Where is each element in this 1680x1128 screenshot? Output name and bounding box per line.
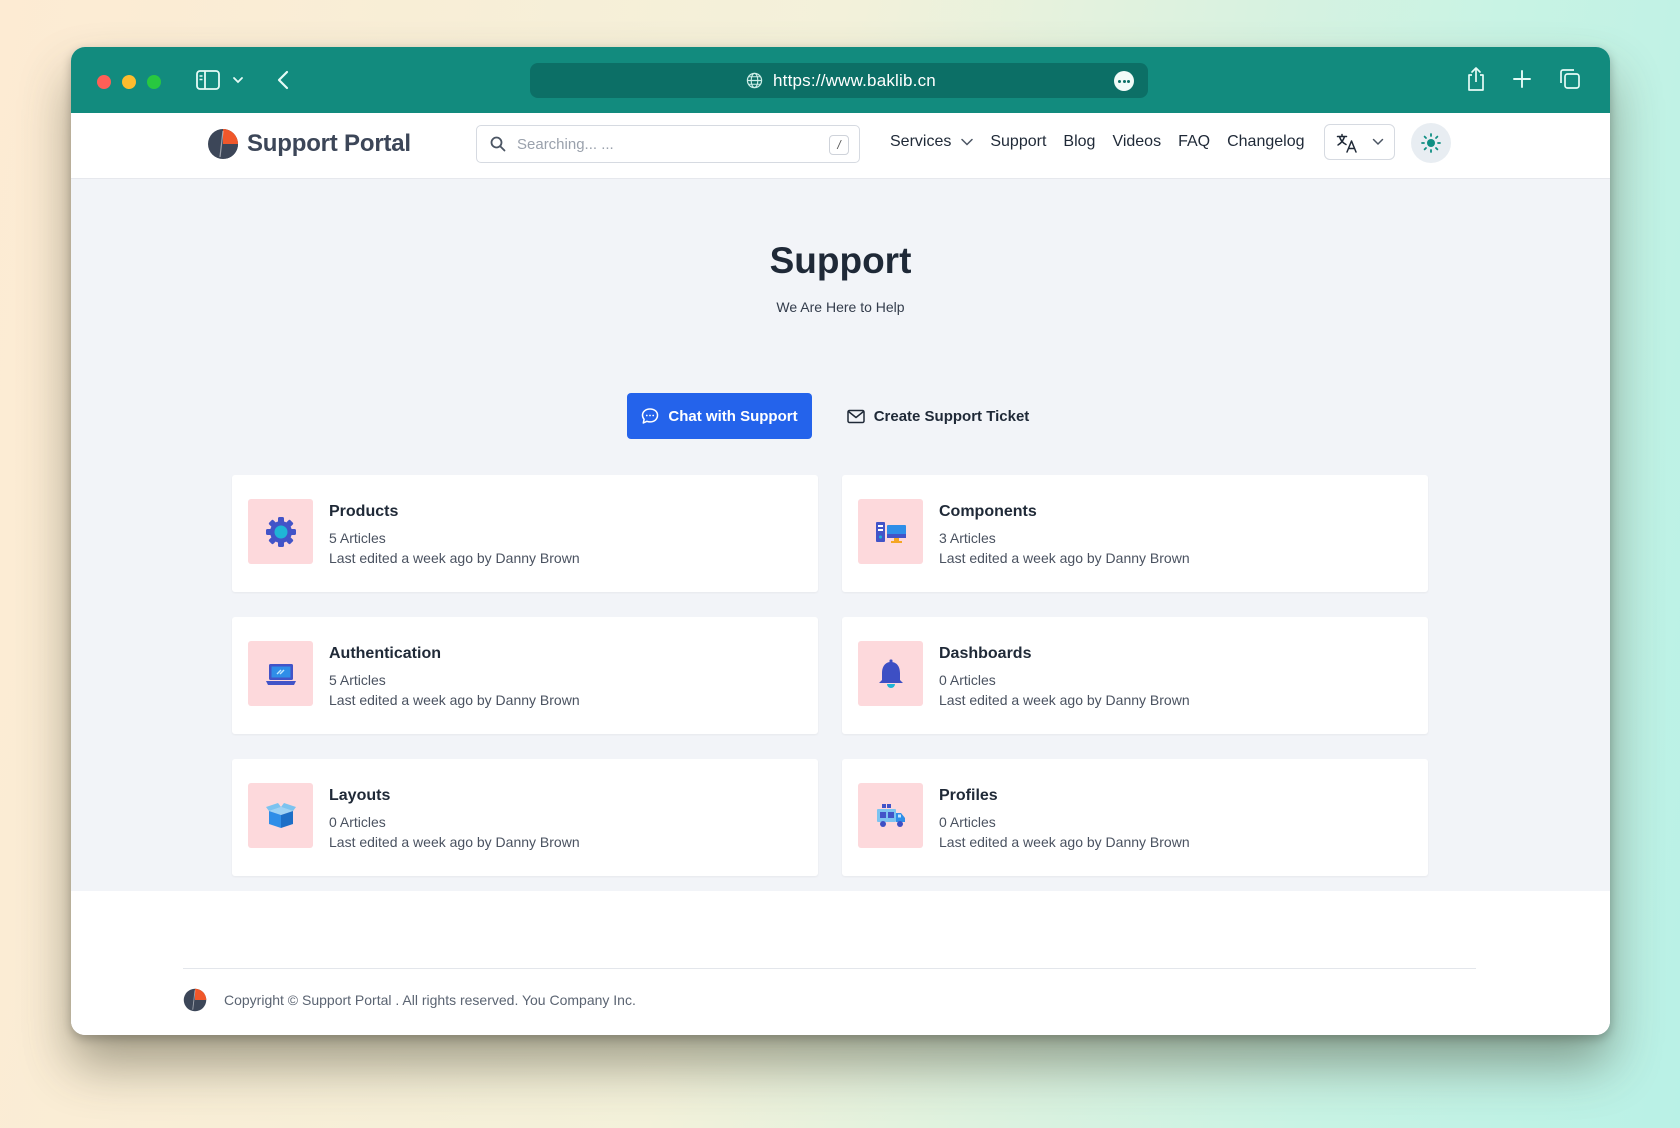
card-article-count: 5 Articles <box>329 530 386 546</box>
nav-changelog[interactable]: Changelog <box>1227 133 1304 151</box>
card-icon-box <box>248 499 313 564</box>
card-icon-box <box>858 641 923 706</box>
card-icon-box <box>248 783 313 848</box>
page-subtitle: We Are Here to Help <box>776 299 905 315</box>
card-title: Authentication <box>329 645 441 662</box>
chevron-down-icon <box>961 138 974 146</box>
chat-with-support-button[interactable]: Chat with Support <box>627 393 812 439</box>
globe-icon <box>746 72 763 89</box>
search-icon <box>490 136 506 152</box>
nav-faq[interactable]: FAQ <box>1178 133 1210 151</box>
main-nav: Services Support Blog Videos FAQ Changel… <box>890 133 1322 151</box>
nav-videos[interactable]: Videos <box>1112 133 1161 151</box>
nav-support[interactable]: Support <box>990 133 1046 151</box>
category-card-layouts[interactable]: Layouts 0 Articles Last edited a week ag… <box>232 759 818 876</box>
theme-toggle-button[interactable] <box>1411 123 1451 163</box>
site-footer: Copyright © Support Portal . All rights … <box>71 891 1610 1035</box>
tabs-icon[interactable] <box>1559 68 1581 90</box>
card-title: Components <box>939 503 1037 520</box>
brand-name: Support Portal <box>247 130 411 157</box>
page-content: Support Portal / Services Support <box>71 113 1610 1035</box>
chevron-down-icon <box>1372 138 1384 146</box>
back-icon[interactable] <box>276 69 290 91</box>
minimize-window-button[interactable] <box>122 75 136 89</box>
category-card-products[interactable]: Products 5 Articles Last edited a week a… <box>232 475 818 592</box>
laptop-icon <box>266 664 296 685</box>
nav-services-label: Services <box>890 133 952 150</box>
logo-icon <box>208 129 239 159</box>
card-icon-box <box>858 783 923 848</box>
share-icon[interactable] <box>1465 66 1487 92</box>
search-box[interactable]: / <box>476 125 860 163</box>
close-window-button[interactable] <box>97 75 111 89</box>
category-card-dashboards[interactable]: Dashboards 0 Articles Last edited a week… <box>842 617 1428 734</box>
search-shortcut-hint: / <box>829 135 849 155</box>
card-article-count: 5 Articles <box>329 672 386 688</box>
card-last-edited: Last edited a week ago by Danny Brown <box>329 834 580 850</box>
card-last-edited: Last edited a week ago by Danny Brown <box>939 692 1190 708</box>
bell-icon <box>879 659 903 688</box>
box-icon <box>266 803 296 828</box>
card-article-count: 0 Articles <box>939 672 996 688</box>
create-ticket-button[interactable]: Create Support Ticket <box>838 393 1038 439</box>
sun-icon <box>1421 133 1441 153</box>
url-text: https://www.baklib.cn <box>773 71 936 90</box>
chevron-down-icon[interactable] <box>232 72 244 88</box>
search-input[interactable] <box>517 134 797 154</box>
card-last-edited: Last edited a week ago by Danny Brown <box>939 834 1190 850</box>
ticket-button-label: Create Support Ticket <box>873 407 1030 425</box>
card-icon-box <box>248 641 313 706</box>
browser-toolbar: https://www.baklib.cn <box>71 47 1610 113</box>
category-card-authentication[interactable]: Authentication 5 Articles Last edited a … <box>232 617 818 734</box>
footer-divider <box>183 968 1476 969</box>
brand-link[interactable]: Support Portal <box>207 128 411 160</box>
maximize-window-button[interactable] <box>147 75 161 89</box>
card-article-count: 0 Articles <box>939 814 996 830</box>
envelope-icon <box>846 409 865 423</box>
card-title: Profiles <box>939 787 998 804</box>
sidebar-icon[interactable] <box>196 70 220 90</box>
card-title: Layouts <box>329 787 391 804</box>
language-selector[interactable] <box>1324 124 1395 160</box>
nav-blog[interactable]: Blog <box>1063 133 1095 151</box>
nav-services[interactable]: Services <box>890 133 974 151</box>
card-last-edited: Last edited a week ago by Danny Brown <box>329 550 580 566</box>
browser-window: https://www.baklib.cn Support Portal Sea… <box>71 47 1610 1035</box>
card-title: Dashboards <box>939 645 1032 662</box>
gear-icon <box>266 517 296 547</box>
plus-icon[interactable] <box>1512 69 1532 89</box>
address-bar[interactable]: https://www.baklib.cn <box>530 63 1148 98</box>
translate-icon <box>1336 133 1357 153</box>
page-title: Support <box>769 240 912 281</box>
logo-icon <box>183 988 207 1012</box>
site-header: Support Portal / Services Support <box>71 113 1610 179</box>
truck-icon <box>877 804 905 827</box>
card-last-edited: Last edited a week ago by Danny Brown <box>329 692 580 708</box>
card-article-count: 3 Articles <box>939 530 996 546</box>
copyright-text: Copyright © Support Portal . All rights … <box>224 992 636 1008</box>
chat-icon <box>642 408 659 424</box>
card-title: Products <box>329 503 399 520</box>
card-article-count: 0 Articles <box>329 814 386 830</box>
more-icon[interactable] <box>1114 71 1134 91</box>
category-card-components[interactable]: Components 3 Articles Last edited a week… <box>842 475 1428 592</box>
card-last-edited: Last edited a week ago by Danny Brown <box>939 550 1190 566</box>
category-card-profiles[interactable]: Profiles 0 Articles Last edited a week a… <box>842 759 1428 876</box>
card-icon-box <box>858 499 923 564</box>
computer-icon <box>876 522 906 543</box>
chat-button-label: Chat with Support <box>668 407 798 425</box>
